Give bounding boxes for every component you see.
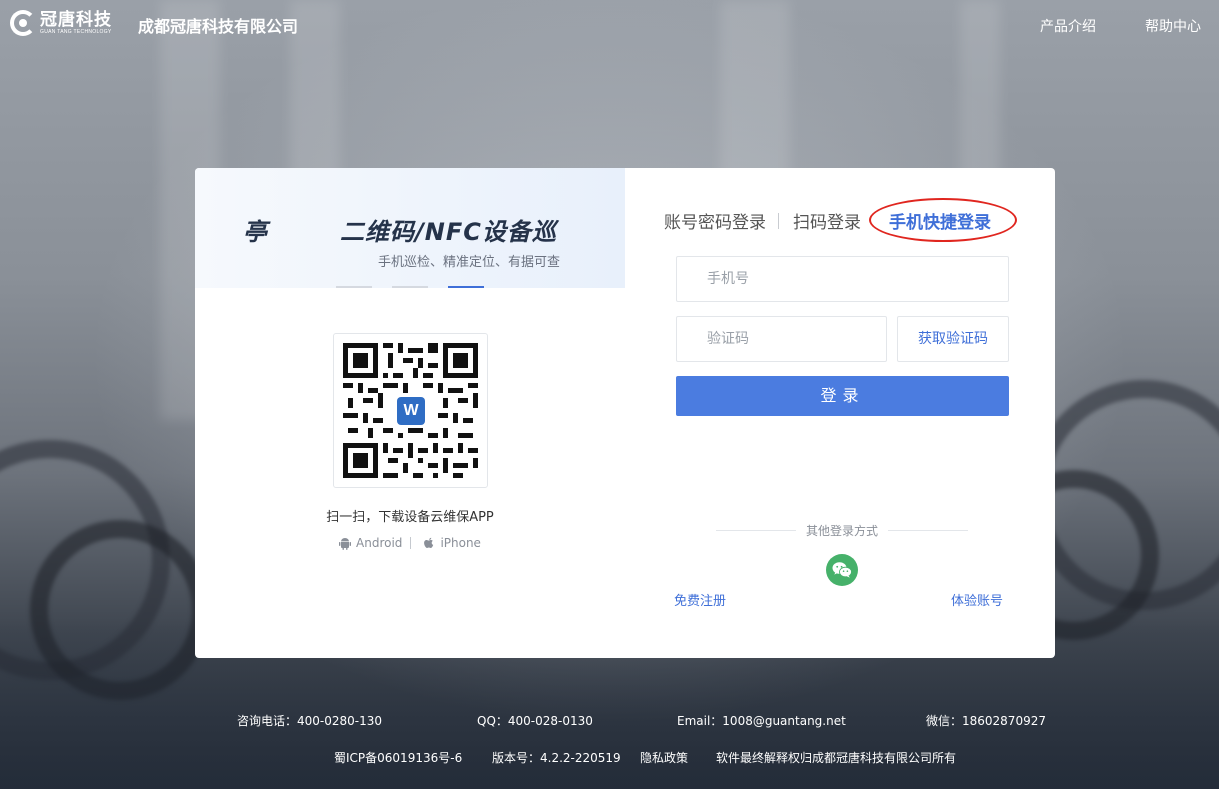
promo-subtitle: 手机巡检、精准定位、有据可查 — [378, 255, 561, 270]
divider — [716, 529, 796, 531]
footer-qq: QQ：400-028-0130 — [477, 714, 593, 728]
platform-iphone[interactable]: iPhone — [423, 536, 481, 550]
nav-product-intro[interactable]: 产品介绍 — [1040, 16, 1096, 36]
slogan-fragment: 亭 — [243, 218, 267, 246]
company-logo: 冠唐科技 GUAN TANG TECHNOLOGY — [10, 10, 112, 36]
other-login-label: 其他登录方式 — [806, 523, 879, 538]
tab-phone-quick-login[interactable]: 手机快捷登录 — [869, 198, 1017, 242]
platform-list: Android iPhone — [195, 536, 625, 550]
login-tabs: 账号密码登录 扫码登录 手机快捷登录 — [664, 198, 1017, 242]
other-login-methods: 其他登录方式 — [716, 522, 969, 538]
tab-account-password[interactable]: 账号密码登录 — [664, 208, 766, 233]
register-link[interactable]: 免费注册 — [674, 590, 726, 609]
company-name: 成都冠唐科技有限公司 — [138, 17, 299, 36]
promo-slogan: 二维码/NFC设备巡 — [340, 218, 557, 246]
footer-phone: 咨询电话：400-0280-130 — [237, 714, 383, 728]
footer-icp[interactable]: 蜀ICP备06019136号-6 — [334, 749, 462, 766]
apple-icon — [424, 537, 434, 548]
app-logo-icon: W — [397, 397, 425, 425]
trial-account-link[interactable]: 体验账号 — [951, 590, 1003, 609]
platform-iphone-label: iPhone — [440, 536, 481, 550]
footer-email: Email：1008@guantang.net — [677, 714, 846, 728]
promo-panel: 亭 二维码/NFC设备巡 手机巡检、精准定位、有据可查 W 扫一扫，下载设备云维… — [195, 168, 625, 658]
top-bar: 冠唐科技 GUAN TANG TECHNOLOGY 成都冠唐科技有限公司 产品介… — [0, 0, 1219, 52]
qr-caption: 扫一扫，下载设备云维保APP — [326, 510, 494, 525]
qr-center-logo: W — [394, 394, 428, 428]
footer-copyright: 软件最终解释权归成都冠唐科技有限公司所有 — [716, 751, 957, 765]
carousel-dot[interactable] — [392, 286, 428, 288]
carousel-dot-active[interactable] — [448, 286, 484, 288]
phone-field — [676, 256, 1009, 302]
footer-wechat: 微信：18602870927 — [926, 714, 1046, 728]
footer-version: 版本号：4.2.2-220519 — [492, 751, 621, 765]
privacy-policy-link[interactable]: 隐私政策 — [640, 749, 688, 766]
login-card: 亭 二维码/NFC设备巡 手机巡检、精准定位、有据可查 W 扫一扫，下载设备云维… — [195, 168, 1055, 658]
wechat-login-button[interactable] — [826, 554, 858, 586]
platform-android-label: Android — [356, 536, 403, 550]
wechat-icon — [832, 562, 852, 578]
app-download-qr-code: W — [333, 333, 488, 488]
nav-help-center[interactable]: 帮助中心 — [1145, 16, 1201, 36]
divider — [410, 537, 412, 549]
code-field — [676, 316, 887, 362]
tab-qr-scan[interactable]: 扫码登录 — [793, 208, 861, 233]
android-icon — [339, 537, 352, 550]
divider — [888, 529, 969, 531]
carousel-dot[interactable] — [336, 286, 372, 288]
login-panel: 账号密码登录 扫码登录 手机快捷登录 获取验证码 登录 其他登录方式 — [625, 168, 1055, 658]
get-code-button[interactable]: 获取验证码 — [897, 316, 1009, 362]
phone-input[interactable] — [677, 257, 1008, 301]
carousel-indicators — [336, 286, 504, 288]
platform-android[interactable]: Android — [339, 536, 402, 550]
login-button[interactable]: 登录 — [676, 376, 1009, 416]
divider — [778, 212, 779, 229]
verification-code-input[interactable] — [677, 317, 886, 361]
logo-text: 冠唐科技 — [40, 9, 112, 30]
logo-icon — [10, 10, 36, 36]
logo-subtext: GUAN TANG TECHNOLOGY — [40, 28, 112, 35]
